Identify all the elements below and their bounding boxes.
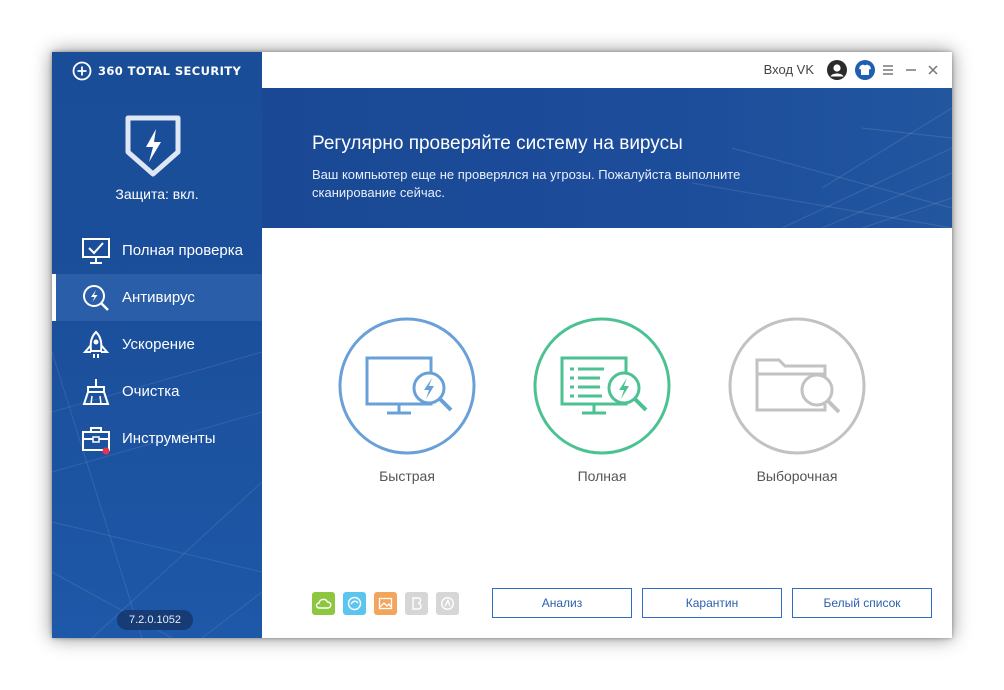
- sidebar-item-label: Очистка: [122, 383, 180, 400]
- app-window: 360 TOTAL SECURITY Защита: вкл. Полная п…: [52, 52, 952, 638]
- monitor-check-icon: [82, 237, 110, 264]
- custom-scan-option[interactable]: Выборочная: [722, 316, 872, 484]
- toolbox-icon: [82, 426, 110, 454]
- rocket-icon: [82, 330, 110, 358]
- quick-scan-option[interactable]: Быстрая: [332, 316, 482, 484]
- qvm-engine-icon[interactable]: [343, 592, 366, 615]
- avira-engine-icon[interactable]: [436, 592, 459, 615]
- quick-scan-icon: [338, 317, 476, 455]
- header-banner: Регулярно проверяйте систему на вирусы В…: [262, 88, 952, 228]
- banner-subtitle: Ваш компьютер еще не проверялся на угроз…: [312, 167, 741, 200]
- brand-logo-icon: [72, 61, 92, 81]
- analysis-button[interactable]: Анализ: [492, 588, 632, 618]
- full-scan-option[interactable]: Полная: [527, 316, 677, 484]
- sidebar-item-label: Ускорение: [122, 336, 195, 353]
- notification-dot: [102, 447, 110, 454]
- quarantine-button[interactable]: Карантин: [642, 588, 782, 618]
- protection-status: Защита: вкл.: [115, 186, 199, 202]
- brand: 360 TOTAL SECURITY: [72, 60, 241, 82]
- full-scan-label: Полная: [577, 468, 627, 484]
- menu-icon[interactable]: [877, 59, 899, 81]
- sidebar-item-cleanup[interactable]: Очистка: [52, 368, 262, 415]
- skin-shirt-icon[interactable]: [854, 59, 876, 81]
- sidebar-item-label: Инструменты: [122, 430, 216, 447]
- whitelist-button[interactable]: Белый список: [792, 588, 932, 618]
- minimize-icon[interactable]: [900, 59, 922, 81]
- user-avatar-icon[interactable]: [826, 59, 848, 81]
- close-icon[interactable]: [922, 59, 944, 81]
- cloud-engine-icon[interactable]: [312, 592, 335, 615]
- version-badge: 7.2.0.1052: [117, 610, 193, 630]
- custom-scan-icon: [728, 317, 866, 455]
- titlebar: Вход VK: [262, 52, 952, 88]
- brand-name: 360 TOTAL SECURITY: [98, 64, 242, 78]
- sidebar-item-speedup[interactable]: Ускорение: [52, 321, 262, 368]
- sidebar-item-full-check[interactable]: Полная проверка: [52, 227, 262, 274]
- engine-icons: [312, 592, 459, 615]
- sidebar-item-label: Антивирус: [122, 289, 195, 306]
- custom-scan-label: Выборочная: [756, 468, 838, 484]
- antivirus-magnifier-icon: [83, 284, 109, 311]
- image-engine-icon[interactable]: [374, 592, 397, 615]
- banner-title: Регулярно проверяйте систему на вирусы: [312, 133, 683, 154]
- login-vk-link[interactable]: Вход VK: [764, 62, 814, 77]
- full-scan-icon: [533, 317, 671, 455]
- sidebar-item-antivirus[interactable]: Антивирус: [52, 274, 262, 321]
- sidebar-item-tools[interactable]: Инструменты: [52, 415, 262, 462]
- sidebar-item-label: Полная проверка: [122, 242, 243, 259]
- sidebar: 360 TOTAL SECURITY Защита: вкл. Полная п…: [52, 52, 262, 638]
- banner-background-pattern: [691, 107, 952, 228]
- sidebar-nav: Полная проверка Антивирус Ускорение Очис…: [52, 227, 262, 462]
- protection-shield-icon[interactable]: [124, 114, 182, 178]
- bitdefender-engine-icon[interactable]: [405, 592, 428, 615]
- quick-scan-label: Быстрая: [379, 468, 435, 484]
- broom-icon: [82, 378, 110, 405]
